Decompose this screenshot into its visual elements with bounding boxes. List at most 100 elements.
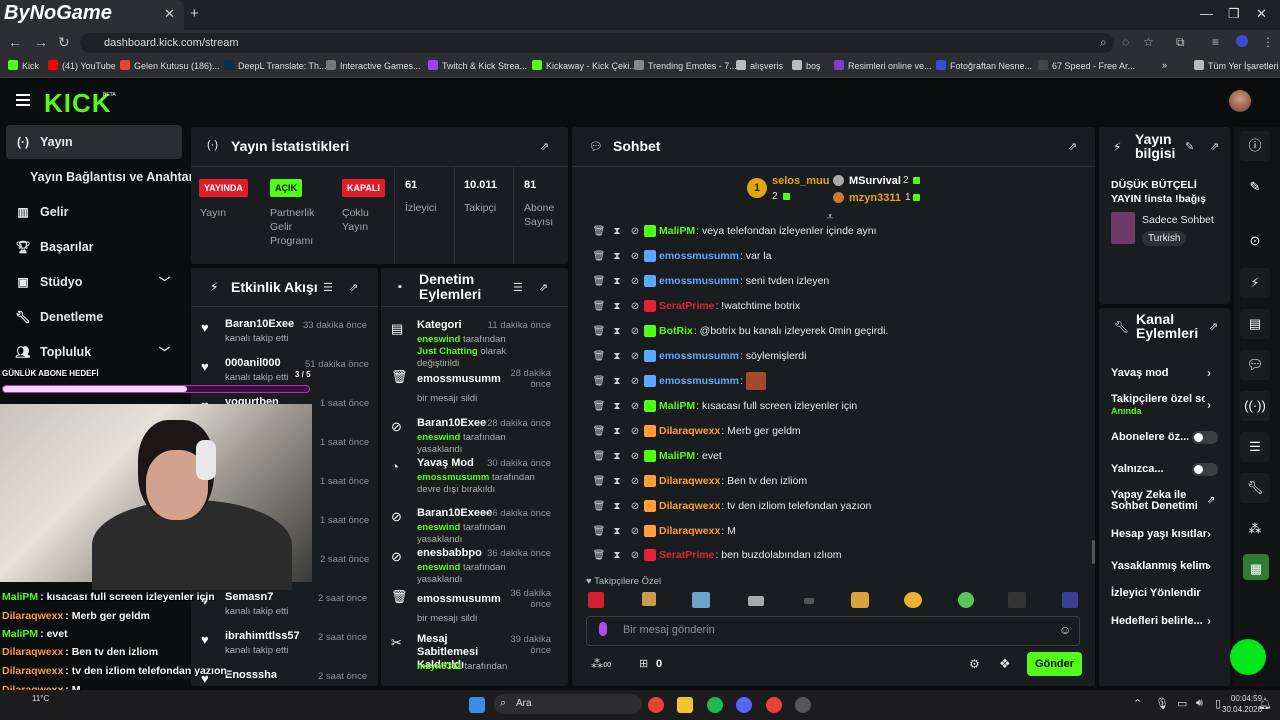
star-icon[interactable]: ☆ xyxy=(1143,35,1154,49)
emote[interactable] xyxy=(804,598,814,604)
emote[interactable] xyxy=(904,592,922,608)
window-close-icon[interactable]: ✕ xyxy=(1256,6,1267,22)
mic-icon[interactable] xyxy=(599,622,607,636)
leader-name[interactable]: mzyn3311 xyxy=(849,192,901,204)
activity-user[interactable]: Semasn7 xyxy=(225,591,273,603)
ban-icon[interactable]: ⊘ xyxy=(626,326,644,337)
kick-logo[interactable]: KICK xyxy=(44,88,112,119)
timeout-icon[interactable]: ⧗ xyxy=(608,501,626,512)
bot-icon[interactable]: ❖ xyxy=(999,656,1011,672)
forward-icon[interactable]: → xyxy=(34,34,48,50)
ban-icon[interactable]: ⊘ xyxy=(626,401,644,412)
ban-icon[interactable]: ⊘ xyxy=(626,476,644,487)
profile-icon[interactable] xyxy=(1236,35,1248,47)
chat-username[interactable]: emossmusumm xyxy=(659,350,739,362)
mod-action[interactable]: emossmusumm xyxy=(417,593,501,605)
chat-username[interactable]: emossmusumm xyxy=(659,375,739,387)
ban-icon[interactable]: ⊘ xyxy=(626,426,644,437)
sidebar-item-basarilar[interactable]: 🏆︎ Başarılar xyxy=(6,230,182,264)
bookmark-deepl[interactable]: DeepL Translate: Th... xyxy=(224,60,327,71)
timeout-icon[interactable]: ⧗ xyxy=(608,326,626,337)
chevron-right-icon[interactable]: › xyxy=(1207,366,1211,380)
emote[interactable] xyxy=(1008,592,1026,608)
timeout-icon[interactable]: ⧗ xyxy=(608,476,626,487)
mod-action[interactable]: emossmusumm xyxy=(417,373,501,385)
action-goals[interactable]: Hedefleri belirle... xyxy=(1111,615,1203,627)
emote[interactable] xyxy=(642,592,656,606)
notification-icon[interactable]: 🔔︎ xyxy=(1258,697,1272,710)
chat-bubble-icon[interactable]: 💬︎ xyxy=(1240,350,1270,380)
trash-icon[interactable]: 🗑︎ xyxy=(590,276,608,287)
activity-user[interactable]: Baran10Exee xyxy=(225,318,294,330)
timeout-icon[interactable]: ⧗ xyxy=(608,251,626,262)
activity-user[interactable]: 000anil000 xyxy=(225,357,281,369)
chat-username[interactable]: SeratPrime xyxy=(659,549,714,561)
timeout-icon[interactable]: ⧗ xyxy=(608,301,626,312)
emote-only-toggle[interactable] xyxy=(1192,463,1218,476)
popout-icon[interactable]: ⇗ xyxy=(540,140,549,153)
chat-username[interactable]: emossmusumm xyxy=(659,275,739,287)
ban-icon[interactable]: ⊘ xyxy=(626,226,644,237)
activity-user[interactable]: Enosssha xyxy=(225,669,277,681)
bookmark-all[interactable]: Tüm Yer İşaretleri xyxy=(1194,60,1279,71)
floating-action-button[interactable] xyxy=(1230,639,1266,675)
moderation-icon[interactable]: ☰ xyxy=(1240,432,1270,462)
camera-icon[interactable]: ⊙ xyxy=(1240,226,1270,256)
maximize-icon[interactable]: ❐ xyxy=(1228,6,1240,22)
chevron-right-icon[interactable]: › xyxy=(1207,559,1211,573)
mod-action[interactable]: enesbabbpo xyxy=(417,547,482,559)
category-thumbnail[interactable] xyxy=(1111,212,1135,244)
chat-username[interactable]: MaliPM xyxy=(659,450,695,462)
mod-user[interactable]: emossmusumm xyxy=(417,472,489,483)
chevron-right-icon[interactable]: › xyxy=(1207,398,1211,412)
mod-action[interactable]: Baran10Exee xyxy=(417,417,486,429)
action-followers-only[interactable]: Takipçilere özel sc xyxy=(1111,393,1205,405)
discord-icon[interactable] xyxy=(736,697,752,713)
tab-search-icon[interactable]: ≡ xyxy=(1212,35,1219,49)
timeout-icon[interactable]: ⧗ xyxy=(608,276,626,287)
volume-icon[interactable]: 🔊︎ xyxy=(1196,697,1203,710)
bookmark-resimler[interactable]: Resimleri online ve... xyxy=(834,60,932,71)
game-icon[interactable]: ▦ xyxy=(1243,554,1269,580)
url-input[interactable]: dashboard.kick.com/stream xyxy=(80,33,1114,53)
emoji-icon[interactable]: ☺ xyxy=(1059,623,1071,637)
mod-user[interactable]: eneswind xyxy=(417,432,460,443)
action-account-age[interactable]: Hesap yaşı kısıtlar xyxy=(1111,528,1207,540)
popout-icon[interactable]: ⇗ xyxy=(1209,320,1218,333)
explorer-icon[interactable] xyxy=(677,697,693,713)
trash-icon[interactable]: 🗑︎ xyxy=(590,476,608,487)
bookmark-folder-alisveris[interactable]: alışveris xyxy=(736,60,783,71)
chevron-right-icon[interactable]: › xyxy=(1207,527,1211,541)
wrench-icon[interactable]: 🔧︎ xyxy=(1240,473,1270,503)
popout-icon[interactable]: ⇗ xyxy=(539,281,548,294)
notes-icon[interactable]: ▤ xyxy=(1240,309,1270,339)
trash-icon[interactable]: 🗑︎ xyxy=(590,251,608,262)
trash-icon[interactable]: 🗑︎ xyxy=(590,550,608,561)
minimize-icon[interactable]: — xyxy=(1200,6,1213,21)
zoom-icon[interactable]: ⌕ xyxy=(1100,35,1107,50)
ban-icon[interactable]: ⊘ xyxy=(626,550,644,561)
bookmarks-more-icon[interactable]: » xyxy=(1162,60,1167,70)
chrome-icon[interactable] xyxy=(766,697,782,713)
bookmark-games[interactable]: Interactive Games... xyxy=(326,60,421,71)
community-icon[interactable]: ⁂ xyxy=(1240,514,1270,544)
ban-icon[interactable]: ⊘ xyxy=(626,351,644,362)
trash-icon[interactable]: 🗑︎ xyxy=(590,451,608,462)
network-icon[interactable]: ▭ xyxy=(1177,697,1187,710)
taskbar-search[interactable]: Ara xyxy=(494,694,642,714)
back-icon[interactable]: ← xyxy=(8,34,22,50)
windows-start-icon[interactable] xyxy=(469,697,485,713)
trash-icon[interactable]: 🗑︎ xyxy=(590,376,608,387)
ban-icon[interactable]: ⊘ xyxy=(626,376,644,387)
timeout-icon[interactable]: ⧗ xyxy=(608,451,626,462)
emote[interactable] xyxy=(745,372,766,390)
timeout-icon[interactable]: ⧗ xyxy=(608,526,626,537)
hamburger-menu-icon[interactable] xyxy=(16,94,30,96)
chrome-icon[interactable] xyxy=(648,697,664,713)
chevron-right-icon[interactable]: › xyxy=(1207,614,1211,628)
timeout-icon[interactable]: ⧗ xyxy=(608,550,626,561)
ban-icon[interactable]: ⊘ xyxy=(626,501,644,512)
user-avatar[interactable] xyxy=(1229,90,1251,112)
trash-icon[interactable]: 🗑︎ xyxy=(590,526,608,537)
mod-user[interactable]: eneswind xyxy=(417,522,460,533)
